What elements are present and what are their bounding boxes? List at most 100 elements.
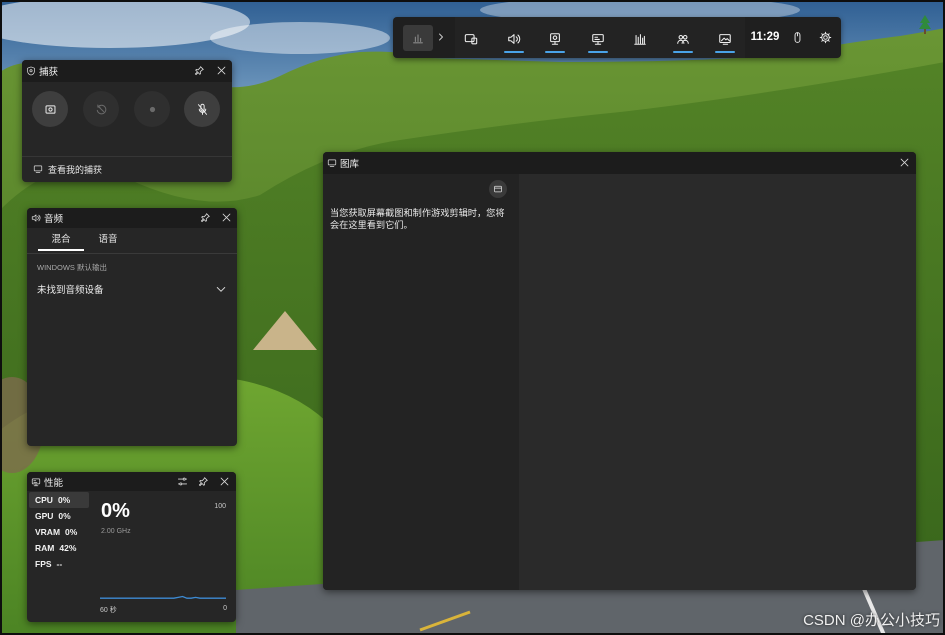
record-last-30s-button[interactable]: [83, 91, 119, 127]
pin-icon: [200, 213, 210, 223]
graph-time-window: 60 秒: [100, 607, 117, 614]
gallery-widget: 图库 当您获取屏幕截图和制作游戏剪辑时，您将会在这里看到它们。: [323, 152, 916, 590]
divider: [22, 156, 232, 157]
toolbar-resources-button[interactable]: [627, 27, 653, 51]
widget-title: 图库: [340, 159, 360, 170]
audio-widget: 音频 混合 语音 WINDOWS 默认输出 未找到音频设备: [27, 208, 237, 446]
metric-label: CPU: [35, 495, 53, 505]
tab-mix[interactable]: 混合: [38, 232, 84, 251]
open-indicator: [673, 51, 693, 53]
pin-button[interactable]: [194, 65, 206, 77]
widget-menu-button[interactable]: [403, 25, 433, 51]
speaker-icon: [31, 213, 41, 223]
metric-label: FPS: [35, 559, 52, 569]
mic-off-icon: [197, 103, 207, 115]
metric-fps[interactable]: FPS --: [29, 556, 89, 572]
desktop-screen: 11:29 捕获 查看我的捕获 音频 混合 语音 WINDOWS 默认输出 未找…: [0, 0, 945, 635]
toolbar-capture-button[interactable]: [542, 27, 568, 53]
metric-ram[interactable]: RAM 42%: [29, 540, 89, 556]
gallery-icon: [33, 164, 43, 174]
graph-axis-min: 0: [223, 605, 227, 612]
audio-widget-header[interactable]: 音频: [27, 208, 237, 228]
output-device-dropdown[interactable]: [215, 283, 227, 295]
gallery-list-pane: [323, 174, 519, 590]
record-icon: [149, 106, 155, 112]
output-section-label: WINDOWS 默认输出: [37, 263, 107, 272]
performance-widget-header[interactable]: 性能: [27, 472, 236, 491]
metric-label: RAM: [35, 543, 55, 553]
toolbar-gallery-button[interactable]: [712, 27, 738, 53]
expand-toolbar-button[interactable]: [435, 31, 447, 43]
take-screenshot-button[interactable]: [32, 91, 68, 127]
speaker-icon: [508, 34, 521, 44]
performance-options-button[interactable]: [177, 476, 189, 488]
close-icon: [217, 66, 226, 75]
widget-title: 捕获: [39, 67, 59, 78]
metric-value: 42%: [59, 543, 77, 553]
widget-title: 性能: [44, 477, 64, 489]
social-icon: [677, 34, 689, 44]
metric-value: --: [56, 559, 63, 569]
start-recording-button[interactable]: [134, 91, 170, 127]
close-icon: [220, 477, 229, 485]
capture-icon: [550, 33, 560, 45]
output-device-select[interactable]: 未找到音频设备: [37, 282, 104, 296]
clock-time: 11:29: [750, 31, 780, 43]
toolbar-devices-button[interactable]: [458, 27, 484, 51]
toolbar-audio-button[interactable]: [501, 27, 527, 53]
close-icon: [222, 213, 231, 222]
open-indicator: [715, 51, 735, 53]
chevron-right-icon: [439, 33, 443, 41]
usage-graph-line: [100, 595, 226, 599]
options-icon: [177, 477, 188, 485]
mouse-settings-button[interactable]: [791, 31, 805, 45]
tree-icon[interactable]: [919, 15, 931, 34]
gallery-icon: [327, 158, 337, 168]
view-my-captures-link[interactable]: 查看我的捕获: [33, 162, 102, 176]
close-button[interactable]: [216, 65, 228, 77]
chevron-down-icon: [216, 287, 226, 292]
widget-title: 音频: [44, 214, 64, 225]
devices-icon: [464, 34, 478, 45]
capture-widget-header[interactable]: 捕获: [22, 60, 232, 82]
usage-graph: [100, 595, 226, 599]
screenshot-icon: [45, 104, 55, 114]
open-file-location-button[interactable]: [489, 180, 507, 198]
close-icon: [900, 158, 909, 167]
widget-menu-icon: [413, 34, 423, 44]
close-button[interactable]: [219, 476, 231, 488]
mic-toggle-button[interactable]: [184, 91, 220, 127]
game-bar-toolbar: 11:29: [393, 17, 841, 58]
capture-icon: [26, 66, 36, 76]
divider: [27, 253, 237, 254]
close-button[interactable]: [221, 212, 233, 224]
pin-button[interactable]: [198, 476, 210, 488]
settings-button[interactable]: [819, 31, 833, 45]
pin-icon: [194, 66, 204, 76]
metric-value: 0%: [58, 511, 71, 521]
capture-widget: 捕获 查看我的捕获: [22, 60, 232, 182]
gallery-widget-header[interactable]: 图库: [323, 152, 916, 174]
performance-icon: [31, 477, 41, 487]
resources-icon: [634, 34, 646, 45]
metric-label: VRAM: [35, 527, 61, 537]
metric-value: 0%: [65, 527, 78, 537]
performance-icon: [592, 34, 604, 45]
performance-widget: 性能 CPU 0% GPU 0% VRAM 0% RAM 42% FPS -- 0% 2.…: [27, 472, 236, 622]
toolbar-performance-button[interactable]: [585, 27, 611, 53]
gallery-icon: [719, 34, 731, 45]
tab-voice[interactable]: 语音: [89, 232, 127, 250]
gear-icon: [819, 31, 832, 44]
toolbar-social-button[interactable]: [670, 27, 696, 53]
metric-cpu[interactable]: CPU 0%: [29, 492, 89, 508]
open-indicator: [504, 51, 524, 53]
metric-gpu[interactable]: GPU 0%: [29, 508, 89, 524]
view-my-captures-label: 查看我的捕获: [48, 164, 103, 175]
close-button[interactable]: [899, 157, 911, 169]
mouse-icon: [794, 32, 801, 43]
window-icon: [494, 185, 502, 193]
pin-button[interactable]: [200, 212, 212, 224]
metric-vram[interactable]: VRAM 0%: [29, 524, 89, 540]
pin-icon: [198, 476, 208, 486]
cloud: [210, 22, 390, 54]
